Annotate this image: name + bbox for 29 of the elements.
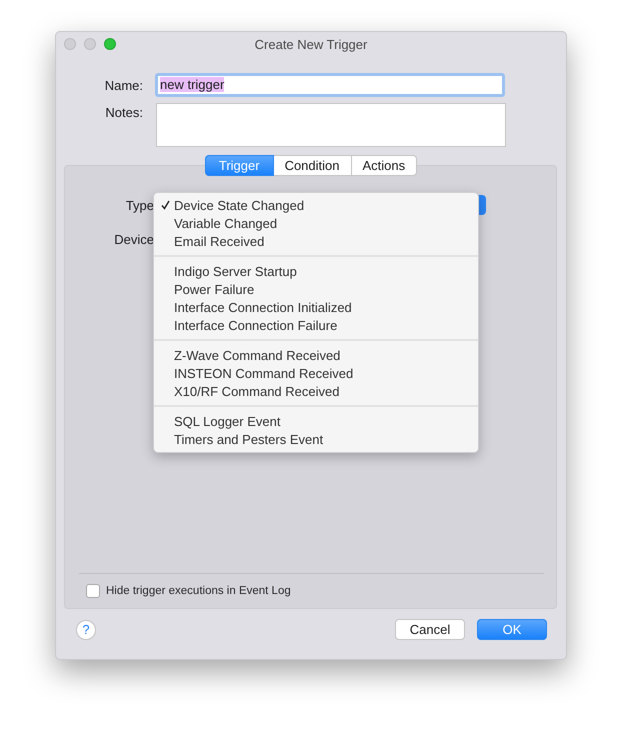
menu-item[interactable]: Z-Wave Command Received <box>154 346 478 364</box>
minimize-icon[interactable] <box>84 38 96 50</box>
cancel-button[interactable]: Cancel <box>395 619 465 640</box>
menu-item[interactable]: Power Failure <box>154 280 478 298</box>
checkmark-icon <box>160 200 170 210</box>
close-icon[interactable] <box>64 38 76 50</box>
menu-item[interactable]: Email Received <box>154 232 478 250</box>
menu-item[interactable]: Interface Connection Failure <box>154 316 478 334</box>
help-button[interactable]: ? <box>76 620 96 640</box>
menu-item[interactable]: SQL Logger Event <box>154 412 478 430</box>
notes-label: Notes: <box>104 104 144 120</box>
menu-item[interactable]: Timers and Pesters Event <box>154 430 478 448</box>
tab[interactable]: Condition <box>274 155 352 176</box>
checkbox-label: Hide trigger executions in Event Log <box>106 585 291 597</box>
menu-item[interactable]: Device State Changed <box>154 196 478 214</box>
menu-item[interactable]: X10/RF Command Received <box>154 382 478 400</box>
tab[interactable]: Actions <box>352 155 418 176</box>
window-title: Create New Trigger <box>254 36 368 52</box>
menu-item[interactable]: Interface Connection Initialized <box>154 298 478 316</box>
menu-item[interactable]: Indigo Server Startup <box>154 262 478 280</box>
notes-field[interactable] <box>156 103 506 147</box>
type-label: Type <box>124 198 154 213</box>
name-label: Name: <box>104 78 144 92</box>
device-label: Device <box>113 232 154 247</box>
zoom-icon[interactable] <box>104 38 116 50</box>
checkbox[interactable] <box>86 584 100 598</box>
menu-item[interactable]: INSTEON Command Received <box>154 364 478 382</box>
name-field[interactable]: new trigger <box>155 73 505 97</box>
menu-item[interactable]: Variable Changed <box>154 214 478 232</box>
